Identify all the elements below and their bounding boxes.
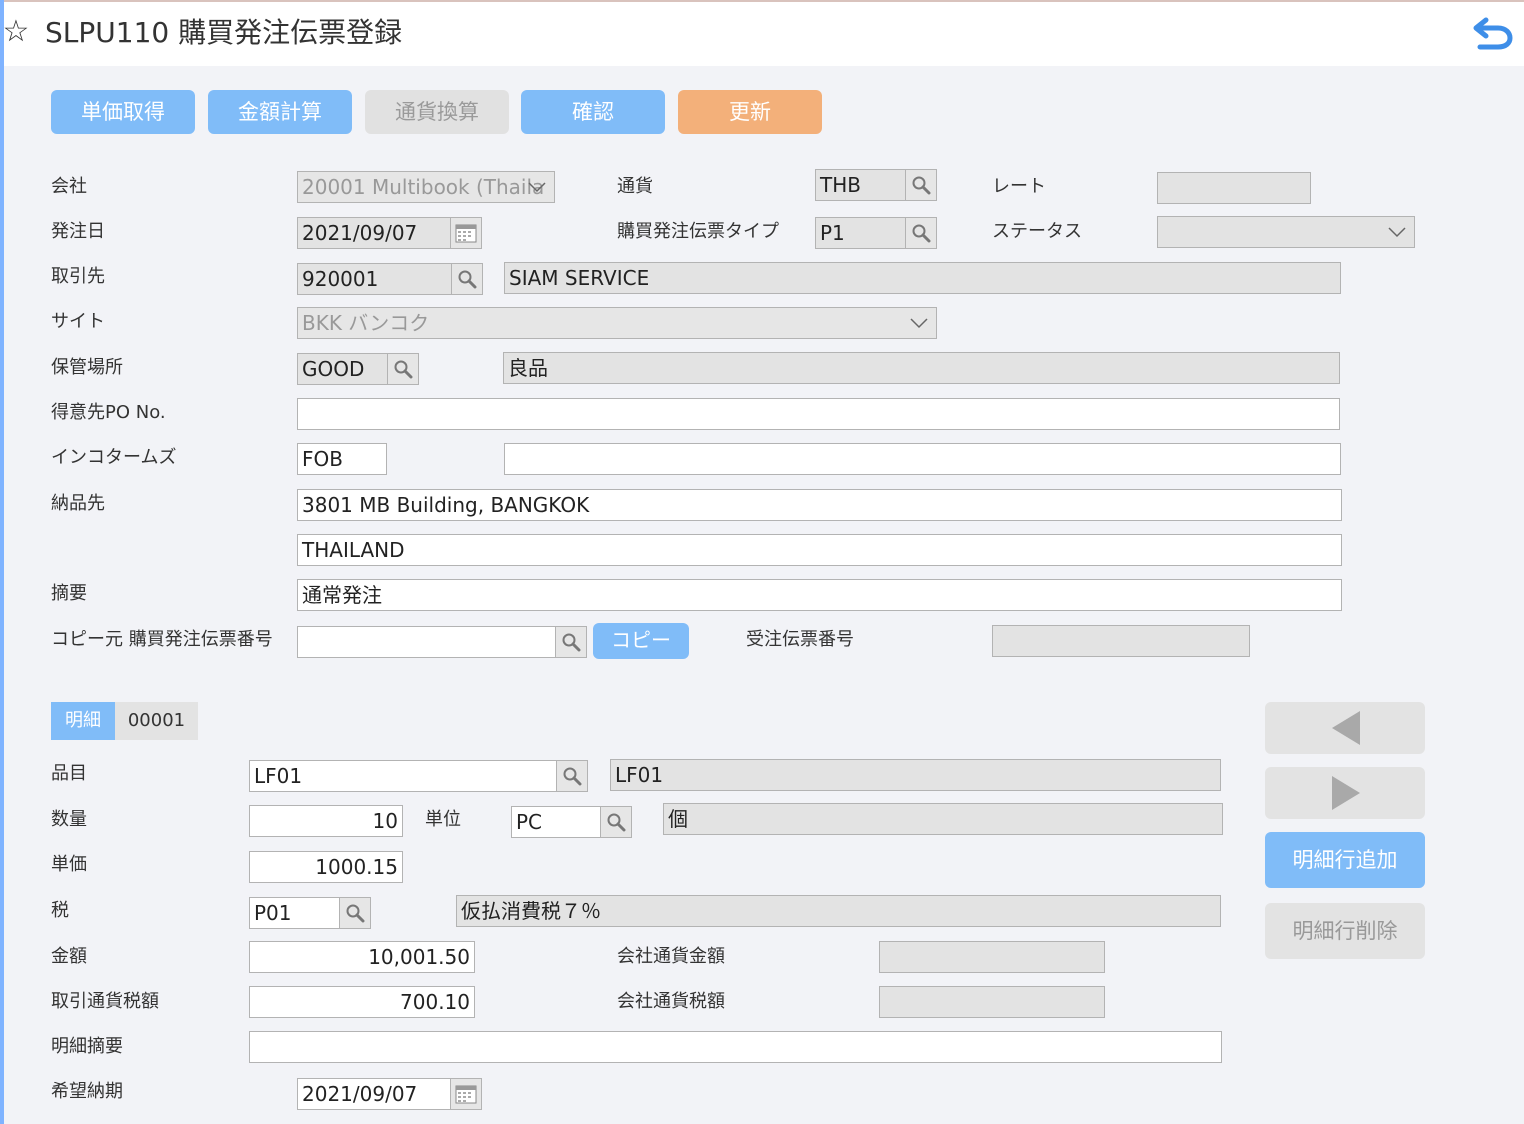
vendor-code-field[interactable]: 920001	[297, 263, 452, 295]
incoterms-code-field[interactable]: FOB	[297, 443, 387, 475]
rate-field	[1157, 172, 1311, 204]
triangle-right-icon	[1332, 776, 1360, 810]
copy-source-label: コピー元 購買発注伝票番号	[51, 629, 273, 650]
next-line-button[interactable]	[1265, 767, 1425, 819]
customer-po-label: 得意先PO No.	[51, 402, 166, 423]
order-date-label: 発注日	[51, 221, 105, 242]
incoterms-detail-field[interactable]	[504, 443, 1341, 475]
incoterms-label: インコタームズ	[51, 447, 177, 468]
company-amount-field	[879, 941, 1105, 973]
unit-search-icon[interactable]	[600, 806, 632, 838]
item-search-icon[interactable]	[556, 760, 588, 792]
add-line-button[interactable]: 明細行追加	[1265, 832, 1425, 888]
copy-source-field[interactable]	[297, 626, 556, 658]
quantity-field[interactable]: 10	[249, 805, 403, 837]
chevron-down-icon	[910, 318, 928, 329]
order-date-field[interactable]: 2021/09/07	[297, 217, 452, 249]
tab-detail[interactable]: 明細	[51, 702, 115, 740]
tax-amount-field[interactable]: 700.10	[249, 986, 475, 1018]
site-value: BKK バンコク	[302, 311, 430, 335]
company-select[interactable]: 20001 Multibook (Thaila	[297, 171, 555, 203]
storage-code-field[interactable]: GOOD	[297, 353, 389, 385]
line-summary-field[interactable]	[249, 1031, 1222, 1063]
item-name-field: LF01	[610, 759, 1221, 791]
unit-price-label: 単価	[51, 854, 87, 875]
currency-search-icon[interactable]	[905, 169, 937, 201]
currency-field[interactable]: THB	[815, 169, 907, 201]
storage-search-icon[interactable]	[387, 353, 419, 385]
item-label: 品目	[51, 763, 87, 784]
company-amount-label: 会社通貨金額	[617, 946, 725, 967]
page-title: SLPU110 購買発注伝票登録	[45, 16, 403, 49]
sales-order-no-label: 受注伝票番号	[746, 629, 854, 650]
vendor-search-icon[interactable]	[451, 263, 483, 295]
currency-label: 通貨	[617, 176, 653, 197]
unit-price-field[interactable]: 1000.15	[249, 851, 403, 883]
previous-line-button[interactable]	[1265, 702, 1425, 754]
po-type-search-icon[interactable]	[905, 217, 937, 249]
delivery-line1-field[interactable]: 3801 MB Building, BANGKOK	[297, 489, 1342, 521]
po-type-label: 購買発注伝票タイプ	[617, 221, 779, 242]
delete-line-button[interactable]: 明細行削除	[1265, 903, 1425, 959]
delivery-line2-field[interactable]: THAILAND	[297, 534, 1342, 566]
amount-field[interactable]: 10,001.50	[249, 941, 475, 973]
unit-name-field: 個	[663, 803, 1223, 835]
chevron-down-icon	[528, 182, 546, 193]
customer-po-field[interactable]	[297, 398, 1340, 430]
unit-label: 単位	[425, 809, 461, 830]
currency-conversion-button[interactable]: 通貨換算	[365, 90, 509, 134]
get-unit-price-button[interactable]: 単価取得	[51, 90, 195, 134]
tax-name-field: 仮払消費税７％	[456, 895, 1221, 927]
summary-field[interactable]: 通常発注	[297, 579, 1342, 611]
left-edge-bar	[0, 0, 4, 1124]
quantity-label: 数量	[51, 809, 87, 830]
sales-order-no-field	[992, 625, 1250, 657]
calendar-icon[interactable]	[450, 1078, 482, 1110]
desired-date-label: 希望納期	[51, 1081, 123, 1102]
copy-button[interactable]: コピー	[593, 623, 689, 659]
status-label: ステータス	[992, 221, 1082, 242]
vendor-label: 取引先	[51, 266, 105, 287]
confirm-button[interactable]: 確認	[521, 90, 665, 134]
storage-name-field: 良品	[503, 352, 1340, 384]
update-button[interactable]: 更新	[678, 90, 822, 134]
chevron-down-icon	[1388, 227, 1406, 238]
amount-label: 金額	[51, 946, 87, 967]
status-select[interactable]	[1157, 216, 1415, 248]
delivery-label: 納品先	[51, 493, 105, 514]
back-arrow-icon[interactable]	[1472, 14, 1514, 52]
desired-date-field[interactable]: 2021/09/07	[297, 1078, 452, 1110]
site-select[interactable]: BKK バンコク	[297, 307, 937, 339]
company-tax-label: 会社通貨税額	[617, 991, 725, 1012]
favorite-star-icon[interactable]: ☆	[0, 14, 32, 50]
item-code-field[interactable]: LF01	[249, 760, 557, 792]
copy-source-search-icon[interactable]	[555, 626, 587, 658]
tax-search-icon[interactable]	[339, 897, 371, 929]
tax-code-field[interactable]: P01	[249, 897, 341, 929]
calculate-amount-button[interactable]: 金額計算	[208, 90, 352, 134]
storage-label: 保管場所	[51, 357, 123, 378]
rate-label: レート	[992, 176, 1046, 197]
detail-line-number: 00001	[115, 702, 198, 740]
company-tax-field	[879, 986, 1105, 1018]
company-value: 20001 Multibook (Thaila	[302, 175, 545, 199]
summary-label: 摘要	[51, 583, 87, 604]
triangle-left-icon	[1332, 711, 1360, 745]
unit-code-field[interactable]: PC	[511, 806, 602, 838]
company-label: 会社	[51, 176, 87, 197]
line-summary-label: 明細摘要	[51, 1036, 123, 1057]
tax-amount-label: 取引通貨税額	[51, 991, 159, 1012]
calendar-icon[interactable]	[450, 217, 482, 249]
tax-label: 税	[51, 900, 69, 921]
site-label: サイト	[51, 311, 105, 332]
po-type-field[interactable]: P1	[815, 217, 907, 249]
vendor-name-field: SIAM SERVICE	[504, 262, 1341, 294]
